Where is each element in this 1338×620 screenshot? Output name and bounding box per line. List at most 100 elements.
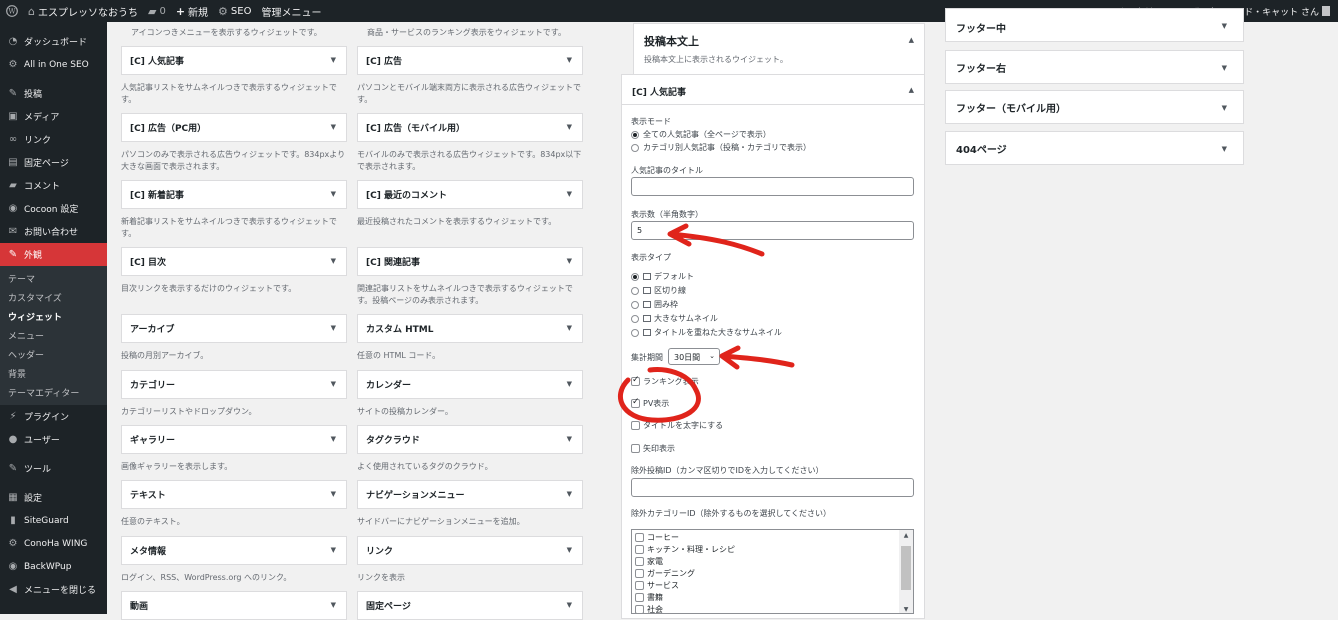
scroll-down-icon[interactable]: ▼ [899, 606, 913, 613]
expand-arrow-icon[interactable]: ▼ [567, 490, 572, 498]
pv-checkbox[interactable]: PV表示 [631, 397, 669, 409]
radio-button[interactable] [631, 272, 639, 281]
comments-link[interactable]: ▰ 0 [148, 5, 166, 18]
expand-arrow-icon[interactable]: ▼ [331, 380, 336, 388]
expand-arrow-icon[interactable]: ▼ [331, 257, 336, 265]
expand-arrow-icon[interactable]: ▼ [567, 380, 572, 388]
expand-arrow-icon[interactable]: ▼ [1222, 145, 1227, 153]
category-option[interactable]: 家電 [635, 556, 735, 568]
widget-area[interactable]: フッター（モバイル用） ▼ [945, 90, 1244, 124]
category-option[interactable]: サービス [635, 580, 735, 592]
submenu-item[interactable]: テーマ [0, 269, 107, 288]
widget-area[interactable]: 404ページ ▼ [945, 131, 1244, 165]
available-widget[interactable]: [C] 最近のコメント ▼ [357, 180, 583, 209]
widget-area-title[interactable]: 投稿本文上 [644, 33, 699, 49]
available-widget[interactable]: [C] 広告（モバイル用） ▼ [357, 113, 583, 142]
category-option[interactable]: 社会 [635, 604, 735, 613]
radio-button[interactable] [631, 130, 639, 139]
collapse-arrow-icon[interactable]: ▲ [909, 36, 914, 44]
exclude-post-input[interactable] [631, 478, 914, 497]
radio-button[interactable] [631, 328, 639, 337]
radio-button[interactable] [631, 300, 639, 309]
widget-header[interactable]: [C] 人気記事 ▲ [622, 75, 924, 105]
available-widget[interactable]: テキスト ▼ [121, 480, 347, 509]
arrow-checkbox[interactable]: 矢印表示 [631, 443, 675, 454]
expand-arrow-icon[interactable]: ▼ [1222, 104, 1227, 112]
sidebar-item-collapse[interactable]: ◀ メニューを閉じる [0, 578, 107, 601]
radio-type[interactable]: 囲み枠 [631, 299, 678, 310]
sidebar-item-settings[interactable]: ▦ 設定 [0, 486, 107, 509]
submenu-item[interactable]: ウィジェット [0, 307, 107, 326]
expand-arrow-icon[interactable]: ▼ [567, 190, 572, 198]
scroll-up-icon[interactable]: ▲ [899, 532, 913, 539]
available-widget[interactable]: リンク ▼ [357, 536, 583, 565]
submenu-item[interactable]: メニュー [0, 326, 107, 345]
site-name[interactable]: ⌂ エスプレッソなおうち [28, 4, 138, 19]
sidebar-item-plugin[interactable]: ⚡ プラグイン [0, 405, 107, 428]
widget-area[interactable]: フッター中 ▼ [945, 8, 1244, 42]
expand-arrow-icon[interactable]: ▼ [1222, 22, 1227, 30]
expand-arrow-icon[interactable]: ▼ [331, 56, 336, 64]
available-widget[interactable]: 動画 ▼ [121, 591, 347, 620]
available-widget[interactable]: カテゴリー ▼ [121, 370, 347, 399]
category-option[interactable]: 書籍 [635, 592, 735, 604]
checkbox[interactable] [635, 545, 644, 554]
expand-arrow-icon[interactable]: ▼ [331, 435, 336, 443]
available-widget[interactable]: [C] 目次 ▼ [121, 247, 347, 276]
available-widget[interactable]: [C] 広告（PC用） ▼ [121, 113, 347, 142]
expand-arrow-icon[interactable]: ▼ [331, 601, 336, 609]
radio-button[interactable] [631, 286, 639, 295]
scrollbar-thumb[interactable] [901, 546, 911, 590]
expand-arrow-icon[interactable]: ▼ [331, 324, 336, 332]
category-list[interactable]: コーヒー キッチン・料理・レシピ 家電 ガーデニング サービス 書籍 社会 ▲ ▼ [631, 529, 914, 614]
checkbox[interactable] [635, 581, 644, 590]
sidebar-item-user[interactable]: ● ユーザー [0, 428, 107, 451]
radio-button[interactable] [631, 314, 639, 323]
sidebar-item-tool[interactable]: ✎ ツール [0, 457, 107, 480]
available-widget[interactable]: [C] 関連記事 ▼ [357, 247, 583, 276]
available-widget[interactable]: アーカイブ ▼ [121, 314, 347, 343]
submenu-item[interactable]: 背景 [0, 364, 107, 383]
wp-logo[interactable]: W [6, 5, 18, 17]
available-widget[interactable]: ギャラリー ▼ [121, 425, 347, 454]
expand-arrow-icon[interactable]: ▼ [331, 190, 336, 198]
sidebar-item-media[interactable]: ▣ メディア [0, 105, 107, 128]
available-widget[interactable]: カレンダー ▼ [357, 370, 583, 399]
scrollbar[interactable]: ▲ ▼ [899, 530, 913, 613]
expand-arrow-icon[interactable]: ▼ [1222, 64, 1227, 72]
available-widget[interactable]: ナビゲーションメニュー ▼ [357, 480, 583, 509]
sidebar-item-seo[interactable]: ⚙ All in One SEO [0, 53, 107, 76]
sidebar-item-backwpup[interactable]: ◉ BackWPup [0, 555, 107, 578]
expand-arrow-icon[interactable]: ▼ [567, 123, 572, 131]
available-widget[interactable]: [C] 広告 ▼ [357, 46, 583, 75]
sidebar-item-appearance[interactable]: ✎ 外観 [0, 243, 107, 266]
sidebar-item-conoha[interactable]: ⚙ ConoHa WING [0, 532, 107, 555]
sidebar-item-pin[interactable]: ✎ 投稿 [0, 82, 107, 105]
title-input[interactable] [631, 177, 914, 196]
radio-type[interactable]: 区切り線 [631, 285, 686, 296]
submenu-item[interactable]: カスタマイズ [0, 288, 107, 307]
admin-menu-link[interactable]: 管理メニュー [261, 4, 321, 19]
expand-arrow-icon[interactable]: ▼ [567, 257, 572, 265]
expand-arrow-icon[interactable]: ▼ [567, 324, 572, 332]
submenu-item[interactable]: ヘッダー [0, 345, 107, 364]
available-widget[interactable]: [C] 人気記事 ▼ [121, 46, 347, 75]
checkbox[interactable] [635, 533, 644, 542]
bold-checkbox[interactable]: タイトルを太字にする [631, 420, 723, 431]
available-widget[interactable]: カスタム HTML ▼ [357, 314, 583, 343]
sidebar-item-mail[interactable]: ✉ お問い合わせ [0, 220, 107, 243]
sidebar-item-cocoon[interactable]: ◉ Cocoon 設定 [0, 197, 107, 220]
expand-arrow-icon[interactable]: ▼ [567, 601, 572, 609]
sidebar-item-comment[interactable]: ▰ コメント [0, 174, 107, 197]
collapse-arrow-icon[interactable]: ▲ [909, 86, 914, 94]
period-select[interactable]: 30日間 ⌄ [668, 348, 720, 365]
expand-arrow-icon[interactable]: ▼ [567, 435, 572, 443]
radio-mode-cat[interactable]: カテゴリ別人気記事（投稿・カテゴリで表示） [631, 142, 811, 153]
sidebar-item-siteguard[interactable]: ▮ SiteGuard [0, 509, 107, 532]
available-widget[interactable]: 固定ページ ▼ [357, 591, 583, 620]
category-option[interactable]: キッチン・料理・レシピ [635, 544, 735, 556]
sidebar-item-page[interactable]: ▤ 固定ページ [0, 151, 107, 174]
radio-mode-all[interactable]: 全ての人気記事（全ページで表示） [631, 129, 771, 140]
expand-arrow-icon[interactable]: ▼ [331, 123, 336, 131]
checkbox[interactable] [635, 593, 644, 602]
